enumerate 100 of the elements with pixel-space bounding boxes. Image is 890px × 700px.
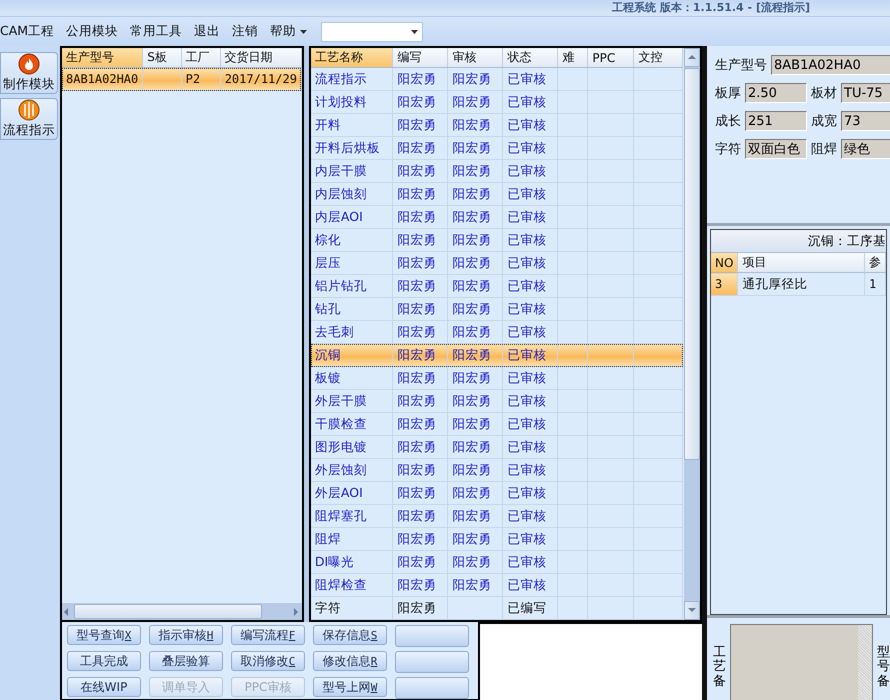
table-cell: 阳宏勇: [448, 482, 503, 504]
table-row[interactable]: 内层干膜 阳宏勇 阳宏勇 已审核: [310, 160, 683, 182]
table-cell: P2: [181, 68, 220, 90]
menu-item[interactable]: CAM工程: [0, 23, 60, 40]
column-header[interactable]: S板: [142, 48, 182, 68]
table-cell: 阳宏勇: [392, 482, 448, 504]
table-cell: 阳宏勇: [392, 412, 448, 436]
sidebar-button[interactable]: 制作模块: [0, 52, 58, 94]
column-header[interactable]: 工艺名称: [310, 48, 393, 68]
column-header[interactable]: PPC: [588, 48, 634, 68]
field-label: 成宽: [811, 113, 837, 130]
table-cell: 阳宏勇: [448, 528, 503, 550]
table-row[interactable]: 棕化 阳宏勇 阳宏勇 已审核: [310, 228, 683, 252]
action-button[interactable]: 保存信息S: [313, 625, 387, 645]
table-row[interactable]: 沉铜 阳宏勇 阳宏勇 已审核: [310, 344, 683, 366]
input-field[interactable]: 2.50: [745, 83, 807, 103]
horizontal-scrollbar[interactable]: [62, 603, 302, 620]
table-row[interactable]: 8AB1A02HA0 P2 2017/11/29: [62, 68, 302, 90]
input-field[interactable]: 251: [745, 111, 807, 131]
input-field[interactable]: 8AB1A02HA0: [771, 55, 890, 75]
sidebar-button[interactable]: 流程指示: [0, 98, 58, 140]
menu-item[interactable]: 常用工具: [130, 23, 188, 40]
table-cell: 钻孔: [310, 298, 393, 320]
table-row[interactable]: 外层干膜 阳宏勇 阳宏勇 已审核: [310, 390, 683, 412]
column-header[interactable]: 交货日期: [220, 48, 302, 68]
table-row[interactable]: 层压 阳宏勇 阳宏勇 已审核: [310, 252, 683, 274]
column-header[interactable]: 状态: [502, 48, 558, 68]
panel-title: 沉铜：工序基: [808, 232, 886, 250]
action-button[interactable]: 型号查询X: [67, 625, 141, 645]
action-button[interactable]: 工具完成: [67, 651, 141, 671]
table-row[interactable]: 外层AOI 阳宏勇 阳宏勇 已审核: [310, 482, 683, 504]
table-row[interactable]: 流程指示 阳宏勇 阳宏勇 已审核: [310, 68, 683, 90]
table-row[interactable]: 内层蚀刻 阳宏勇 阳宏勇 已审核: [310, 182, 683, 206]
menu-item[interactable]: 公用模块: [66, 23, 124, 40]
table-row[interactable]: DI曝光 阳宏勇 阳宏勇 已审核: [310, 550, 683, 574]
table-row[interactable]: 铝片钻孔 阳宏勇 阳宏勇 已审核: [310, 274, 683, 298]
table-cell: DI曝光: [310, 550, 393, 574]
table-row[interactable]: 干膜检查 阳宏勇 阳宏勇 已审核: [310, 412, 683, 436]
column-header[interactable]: 生产型号: [62, 48, 143, 68]
blank-button[interactable]: [395, 677, 469, 699]
table-cell: 外层干膜: [310, 390, 393, 412]
table-row[interactable]: 开料后烘板 阳宏勇 阳宏勇 已审核: [310, 136, 683, 160]
table-row[interactable]: 开料 阳宏勇 阳宏勇 已审核: [310, 114, 683, 136]
table-cell: 8AB1A02HA0: [62, 68, 143, 90]
notes-label: 型号备: [877, 644, 890, 691]
dropdown-field[interactable]: [321, 22, 424, 42]
table-cell: 阳宏勇: [448, 182, 503, 206]
table-cell: 阳宏勇: [448, 160, 503, 182]
table-cell: 阳宏勇: [448, 436, 503, 458]
table-cell: 阳宏勇: [392, 550, 448, 574]
table-cell: [634, 344, 683, 366]
table-cell: 阳宏勇: [392, 252, 448, 274]
input-field[interactable]: 73: [841, 111, 890, 131]
table-cell: 已审核: [502, 574, 558, 596]
table-cell: [558, 344, 588, 366]
column-header[interactable]: 难: [558, 48, 588, 68]
column-header[interactable]: 工厂: [181, 48, 220, 68]
notes-field[interactable]: [730, 624, 873, 700]
table-cell: [142, 68, 182, 90]
menu-item[interactable]: 帮助: [270, 23, 314, 40]
column-header[interactable]: 项目: [738, 253, 864, 272]
table-cell: [634, 366, 683, 390]
column-header[interactable]: 审核: [448, 48, 503, 68]
column-header[interactable]: 编写: [392, 48, 448, 68]
action-button[interactable]: 修改信息R: [313, 651, 387, 671]
table-cell: 已审核: [502, 482, 558, 504]
input-field[interactable]: 双面白色: [745, 139, 807, 159]
blank-button[interactable]: [395, 625, 469, 647]
column-header[interactable]: 参: [864, 253, 886, 272]
splitter[interactable]: [304, 46, 309, 622]
table-row[interactable]: 阻焊检查 阳宏勇 阳宏勇 已审核: [310, 574, 683, 596]
table-row[interactable]: 钻孔 阳宏勇 阳宏勇 已审核: [310, 298, 683, 320]
menu-item[interactable]: 注销: [232, 23, 264, 40]
action-button[interactable]: 型号上网W: [313, 677, 387, 697]
action-button[interactable]: 编写流程F: [231, 625, 305, 645]
table-row[interactable]: 外层蚀刻 阳宏勇 阳宏勇 已审核: [310, 458, 683, 482]
menu-item[interactable]: 退出: [194, 23, 226, 40]
table-cell: 阳宏勇: [392, 504, 448, 528]
input-field[interactable]: 绿色: [841, 139, 890, 159]
table-row[interactable]: 板镀 阳宏勇 阳宏勇 已审核: [310, 366, 683, 390]
table-row[interactable]: 图形电镀 阳宏勇 阳宏勇 已审核: [310, 436, 683, 458]
table-row[interactable]: 阻焊 阳宏勇 阳宏勇 已审核: [310, 528, 683, 550]
input-field[interactable]: TU-75: [841, 83, 890, 103]
vertical-scrollbar[interactable]: [684, 48, 700, 620]
table-cell: [558, 366, 588, 390]
caret-icon: [411, 30, 418, 34]
action-button[interactable]: 指示审核H: [149, 625, 223, 645]
table-cell: [634, 504, 683, 528]
table-row[interactable]: 阻焊塞孔 阳宏勇 阳宏勇 已审核: [310, 504, 683, 528]
blank-button[interactable]: [395, 651, 469, 673]
table-row[interactable]: 计划投料 阳宏勇 阳宏勇 已审核: [310, 90, 683, 114]
action-button[interactable]: 叠层验算: [149, 651, 223, 671]
action-button[interactable]: 在线WIP: [67, 677, 141, 697]
column-header[interactable]: NO: [711, 253, 738, 272]
table-cell: 阳宏勇: [392, 68, 448, 90]
column-header[interactable]: 文控: [634, 48, 683, 68]
table-row[interactable]: 内层AOI 阳宏勇 阳宏勇 已审核: [310, 206, 683, 228]
table-cell: 阳宏勇: [448, 90, 503, 114]
table-row[interactable]: 字符 阳宏勇 已编写: [310, 596, 683, 620]
action-button[interactable]: 取消修改C: [231, 651, 305, 671]
